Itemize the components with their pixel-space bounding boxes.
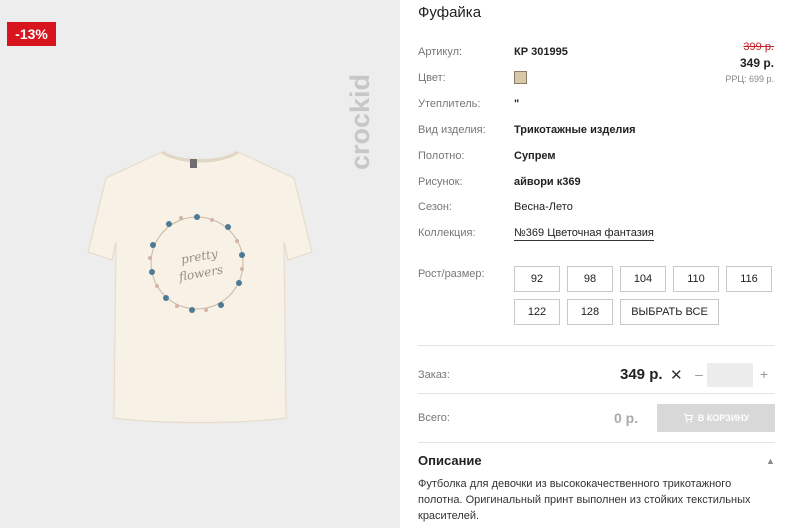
brand-tag [190,159,197,168]
attr-article-label: Артикул: [418,46,463,58]
attr-article-value: КР 301995 [514,46,568,58]
order-label: Заказ: [418,369,450,381]
attr-season-label: Сезон: [418,201,452,213]
divider [418,345,775,346]
quantity-minus-button[interactable]: – [692,366,706,382]
select-all-sizes-button[interactable]: ВЫБРАТЬ ВСЕ [620,299,719,325]
attr-print-value: айвори к369 [514,176,581,188]
product-title: Фуфайка [418,4,482,21]
caret-up-icon[interactable]: ▲ [766,456,775,466]
discount-badge: -13% [7,22,56,46]
attr-insulation-label: Утеплитель: [418,98,481,110]
size-option-110[interactable]: 110 [673,266,719,292]
tshirt-shape [87,151,313,424]
attr-type-label: Вид изделия: [418,124,486,136]
old-price: 399 р. [743,41,774,53]
total-value: 0 р. [614,410,639,426]
attr-type-value: Трикотажные изделия [514,124,636,136]
order-price: 349 р. [620,366,663,383]
rrp-price: РРЦ: 699 р. [725,74,774,84]
quantity-plus-button[interactable]: + [757,366,771,382]
divider [418,393,775,394]
size-option-122[interactable]: 122 [514,299,560,325]
current-price: 349 р. [739,56,774,70]
attr-collection-label: Коллекция: [418,227,476,239]
description-toggle[interactable]: Описание [418,453,482,468]
add-to-cart-label: В КОРЗИНУ [697,413,750,423]
size-label: Рост/размер: [418,268,485,280]
description-text: Футболка для девочки из высококачественн… [418,478,751,522]
quantity-input[interactable] [707,363,753,387]
times-icon: ✕ [670,367,683,384]
add-to-cart-button[interactable]: В КОРЗИНУ [657,404,775,432]
attr-color-label: Цвет: [418,72,446,84]
size-option-128[interactable]: 128 [567,299,613,325]
size-option-104[interactable]: 104 [620,266,666,292]
product-info: Фуфайка 399 р. 349 р. РРЦ: 699 р. Артику… [418,0,778,528]
attr-fabric-value: Супрем [514,150,556,162]
cart-icon [683,413,693,423]
size-option-116[interactable]: 116 [726,266,772,292]
brand-logo-text: crockid [345,74,375,170]
attr-season-value: Весна-Лето [514,201,573,213]
product-image[interactable]: pretty flowers [80,140,320,440]
product-gallery: -13% crockid pretty flowers [0,0,400,528]
size-option-98[interactable]: 98 [567,266,613,292]
attr-fabric-label: Полотно: [418,150,465,162]
collection-link[interactable]: №369 Цветочная фантазия [514,227,654,241]
brand-logo: crockid [345,74,375,170]
attr-insulation-value: " [514,98,520,110]
attr-print-label: Рисунок: [418,176,463,188]
size-option-92[interactable]: 92 [514,266,560,292]
divider [418,442,775,443]
color-swatch[interactable] [514,71,527,84]
total-label: Всего: [418,412,450,424]
